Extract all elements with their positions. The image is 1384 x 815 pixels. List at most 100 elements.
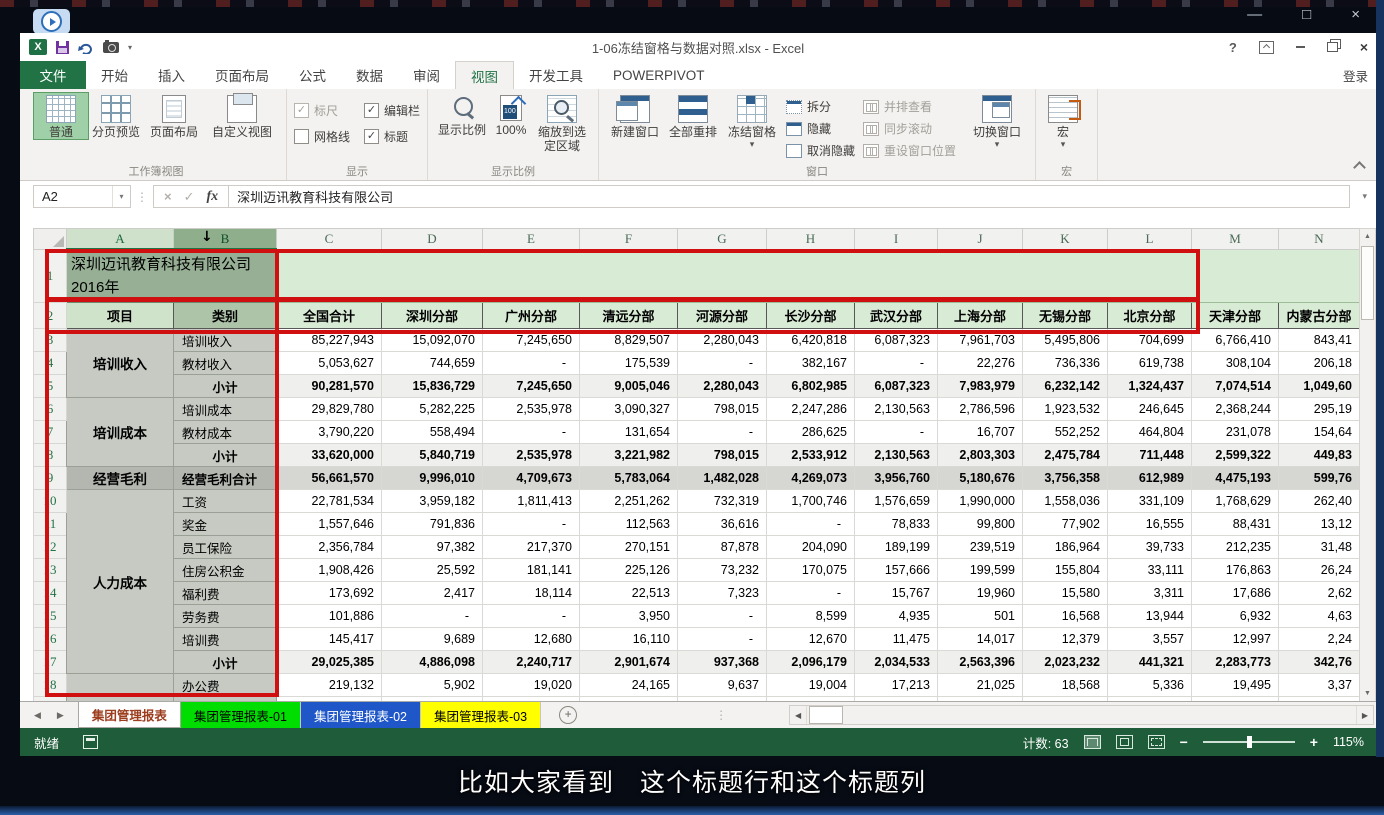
column-header-C[interactable]: C: [277, 229, 382, 250]
value-cell[interactable]: 1,049,60: [1279, 375, 1360, 398]
header-cell[interactable]: 深圳分部: [382, 303, 483, 329]
value-cell[interactable]: 22,781,534: [277, 490, 382, 513]
value-cell[interactable]: 2,096,179: [767, 651, 855, 674]
column-header-L[interactable]: L: [1108, 229, 1192, 250]
value-cell[interactable]: 22,276: [938, 352, 1023, 375]
value-cell[interactable]: 13,12: [1279, 513, 1360, 536]
zoom-out-button[interactable]: −: [1180, 734, 1188, 750]
value-cell[interactable]: 2,803,303: [938, 444, 1023, 467]
macro-record-icon[interactable]: [83, 735, 98, 749]
redo-icon[interactable]: [78, 41, 94, 54]
value-cell[interactable]: 3,950: [580, 605, 678, 628]
name-box[interactable]: A2 ▾: [33, 185, 131, 208]
header-cell[interactable]: 武汉分部: [855, 303, 938, 329]
collapse-ribbon-icon[interactable]: [1353, 161, 1366, 174]
value-cell[interactable]: 78,833: [855, 513, 938, 536]
value-cell[interactable]: 16,568: [1023, 605, 1108, 628]
value-cell[interactable]: 599,76: [1279, 467, 1360, 490]
value-cell[interactable]: 12,997: [1192, 628, 1279, 651]
value-cell[interactable]: 13,944: [1108, 605, 1192, 628]
row-header-15[interactable]: 15: [34, 605, 67, 628]
column-header-D[interactable]: D: [382, 229, 483, 250]
header-cell[interactable]: 河源分部: [678, 303, 767, 329]
column-header-M[interactable]: M: [1192, 229, 1279, 250]
row-header-10[interactable]: 10: [34, 490, 67, 513]
gridlines-checkbox[interactable]: 网格线: [294, 128, 350, 145]
value-cell[interactable]: 15,836,729: [382, 375, 483, 398]
item-label-cell[interactable]: 培训费: [174, 628, 277, 651]
value-cell[interactable]: 2,535,978: [483, 398, 580, 421]
zoom-slider[interactable]: [1203, 741, 1295, 743]
value-cell[interactable]: 3,956,760: [855, 467, 938, 490]
excel-logo-icon[interactable]: X: [29, 39, 47, 55]
value-cell[interactable]: 2,563,396: [938, 651, 1023, 674]
value-cell[interactable]: 5,783,064: [580, 467, 678, 490]
value-cell[interactable]: 2,786,596: [938, 398, 1023, 421]
value-cell[interactable]: 5,840,719: [382, 444, 483, 467]
value-cell[interactable]: 5,336: [1108, 674, 1192, 697]
row-header-14[interactable]: 14: [34, 582, 67, 605]
value-cell[interactable]: 732,319: [678, 490, 767, 513]
value-cell[interactable]: 87,878: [678, 536, 767, 559]
value-cell[interactable]: 9,637: [678, 674, 767, 697]
value-cell[interactable]: 843,41: [1279, 329, 1360, 352]
row-header-7[interactable]: 7: [34, 421, 67, 444]
value-cell[interactable]: 9,005,046: [580, 375, 678, 398]
value-cell[interactable]: 2,034,533: [855, 651, 938, 674]
value-cell[interactable]: 331,109: [1108, 490, 1192, 513]
column-header-B[interactable]: B↓: [174, 229, 277, 250]
value-cell[interactable]: -: [855, 421, 938, 444]
value-cell[interactable]: 2,599,322: [1192, 444, 1279, 467]
tab-developer[interactable]: 开发工具: [514, 61, 598, 89]
value-cell[interactable]: 1,990,000: [938, 490, 1023, 513]
value-cell[interactable]: 7,245,650: [483, 329, 580, 352]
new-window-button[interactable]: 新建窗口: [606, 92, 664, 139]
value-cell[interactable]: 1,557,646: [277, 513, 382, 536]
header-cell[interactable]: 无锡分部: [1023, 303, 1108, 329]
value-cell[interactable]: 246,645: [1108, 398, 1192, 421]
item-label-cell[interactable]: 办公费: [174, 674, 277, 697]
value-cell[interactable]: 2,023,232: [1023, 651, 1108, 674]
value-cell[interactable]: 173,692: [277, 582, 382, 605]
value-cell[interactable]: 8,599: [767, 605, 855, 628]
value-cell[interactable]: 219,132: [277, 674, 382, 697]
value-cell[interactable]: 17,686: [1192, 582, 1279, 605]
category-cell[interactable]: [67, 674, 174, 703]
name-box-dropdown-icon[interactable]: ▾: [112, 186, 130, 207]
title-band-cell[interactable]: [277, 249, 1360, 303]
video-maximize-button[interactable]: □: [1302, 6, 1311, 23]
value-cell[interactable]: 231,078: [1192, 421, 1279, 444]
value-cell[interactable]: 8,829,507: [580, 329, 678, 352]
row-header-13[interactable]: 13: [34, 559, 67, 582]
tab-file[interactable]: 文件: [20, 61, 86, 89]
item-label-cell[interactable]: 小计: [174, 375, 277, 398]
row-header-8[interactable]: 8: [34, 444, 67, 467]
scroll-down-icon[interactable]: ▼: [1360, 686, 1375, 701]
switch-windows-button[interactable]: 切换窗口 ▾: [966, 92, 1028, 149]
value-cell[interactable]: 26,24: [1279, 559, 1360, 582]
value-cell[interactable]: 97,382: [382, 536, 483, 559]
value-cell[interactable]: 2,356,784: [277, 536, 382, 559]
category-cell[interactable]: 人力成本: [67, 490, 174, 674]
row-header-4[interactable]: 4: [34, 352, 67, 375]
value-cell[interactable]: 99,800: [938, 513, 1023, 536]
video-close-button[interactable]: ×: [1351, 6, 1360, 23]
value-cell[interactable]: 6,420,818: [767, 329, 855, 352]
header-cell[interactable]: 上海分部: [938, 303, 1023, 329]
formula-bar-checkbox[interactable]: ✓ 编辑栏: [364, 102, 420, 119]
item-label-cell[interactable]: 福利费: [174, 582, 277, 605]
item-label-cell[interactable]: 奖金: [174, 513, 277, 536]
item-label-cell[interactable]: 住房公积金: [174, 559, 277, 582]
header-cell[interactable]: 广州分部: [483, 303, 580, 329]
value-cell[interactable]: 39,733: [1108, 536, 1192, 559]
header-cell[interactable]: 全国合计: [277, 303, 382, 329]
value-cell[interactable]: 14,017: [938, 628, 1023, 651]
freeze-panes-button[interactable]: 冻结窗格 ▾: [722, 92, 782, 149]
item-label-cell[interactable]: 培训收入: [174, 329, 277, 352]
row-header-1[interactable]: 1: [34, 249, 67, 303]
item-label-cell[interactable]: 小计: [174, 444, 277, 467]
restore-button[interactable]: [1327, 42, 1338, 52]
value-cell[interactable]: 1,908,426: [277, 559, 382, 582]
row-header-3[interactable]: 3: [34, 329, 67, 352]
value-cell[interactable]: 6,087,323: [855, 375, 938, 398]
